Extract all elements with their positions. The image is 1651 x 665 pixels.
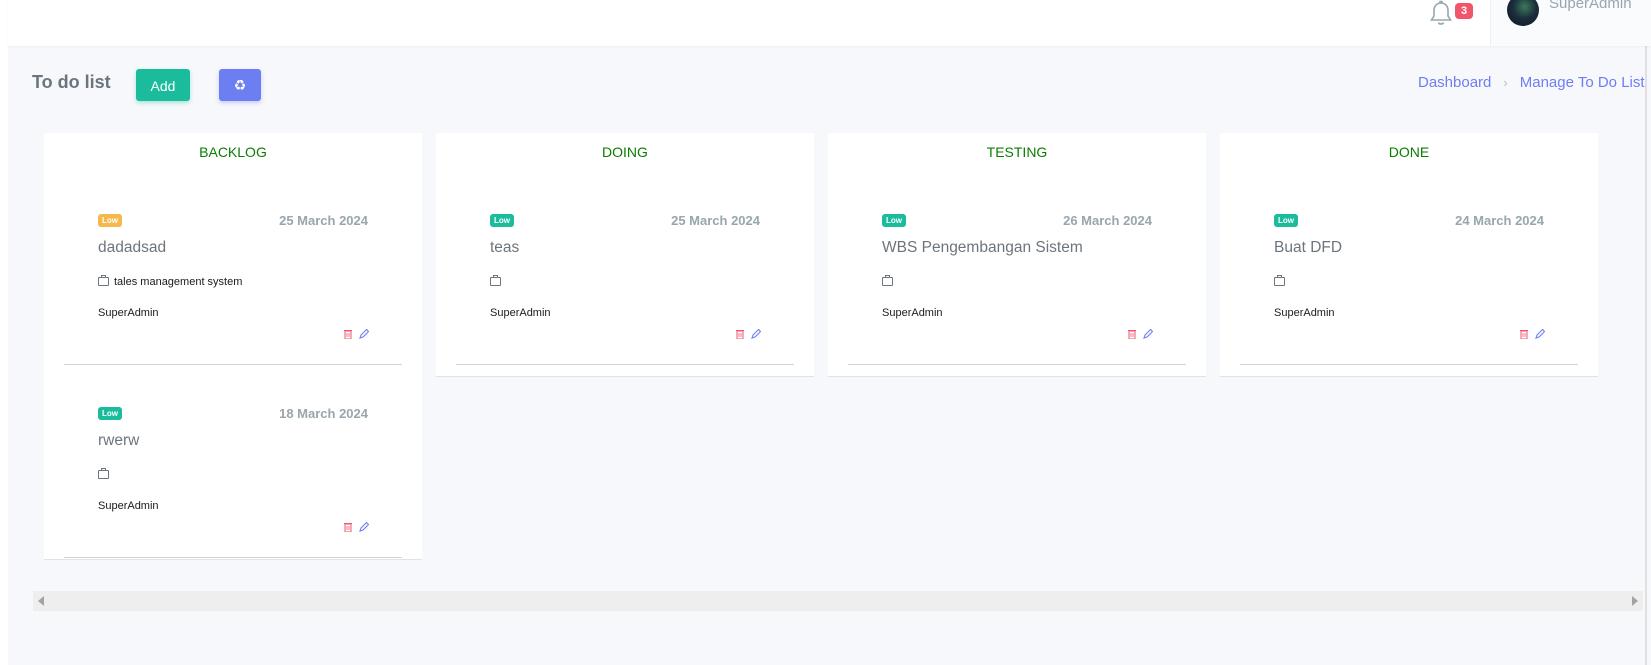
recycle-button[interactable]: ♻ [219, 69, 261, 101]
priority-badge: Low [98, 407, 122, 420]
scroll-left-arrow-icon[interactable] [38, 596, 44, 606]
trash-icon[interactable] [736, 329, 744, 339]
trash-icon[interactable] [1128, 329, 1136, 339]
top-navbar: 3 SuperAdmin [8, 0, 1651, 46]
task-project [882, 274, 898, 288]
task-project [490, 274, 506, 288]
notification-count-badge: 3 [1455, 3, 1473, 19]
briefcase-icon [98, 274, 109, 286]
task-card[interactable]: Low 24 March 2024 Buat DFD SuperAdmin [1220, 133, 1598, 365]
task-owner: SuperAdmin [1274, 307, 1335, 319]
task-date: 25 March 2024 [671, 213, 760, 228]
column-done: DONE Low 24 March 2024 Buat DFD SuperAdm… [1220, 133, 1598, 377]
chevron-right-icon: › [1503, 75, 1508, 90]
divider [64, 557, 402, 558]
recycle-icon: ♻ [233, 78, 247, 94]
priority-badge: Low [98, 214, 122, 227]
user-name[interactable]: SuperAdmin [1549, 0, 1632, 12]
task-project [1274, 274, 1290, 288]
priority-badge: Low [882, 214, 906, 227]
task-card[interactable]: Low 25 March 2024 teas SuperAdmin [436, 133, 814, 365]
task-card[interactable]: Low 26 March 2024 WBS Pengembangan Siste… [828, 133, 1206, 365]
trash-icon[interactable] [344, 522, 352, 532]
task-date: 24 March 2024 [1455, 213, 1544, 228]
pencil-icon[interactable] [1143, 329, 1153, 339]
divider [1240, 364, 1578, 365]
briefcase-icon [98, 467, 109, 479]
task-title: WBS Pengembangan Sistem [882, 239, 1083, 256]
breadcrumb: Dashboard › Manage To Do List [1418, 74, 1645, 91]
divider [456, 364, 794, 365]
briefcase-icon [1274, 274, 1285, 286]
vertical-scrollbar[interactable] [1645, 46, 1647, 665]
task-project-name: tales management system [114, 276, 243, 288]
task-owner: SuperAdmin [98, 500, 159, 512]
task-card[interactable]: Low 25 March 2024 dadadsad tales managem… [44, 133, 422, 365]
task-owner: SuperAdmin [490, 307, 551, 319]
divider [848, 364, 1186, 365]
horizontal-scrollbar[interactable] [33, 591, 1643, 611]
task-date: 26 March 2024 [1063, 213, 1152, 228]
column-backlog: BACKLOG Low 25 March 2024 dadadsad tales… [44, 133, 422, 560]
priority-badge: Low [490, 214, 514, 227]
task-owner: SuperAdmin [98, 307, 159, 319]
bell-icon[interactable] [1428, 0, 1454, 28]
pencil-icon[interactable] [1535, 329, 1545, 339]
task-date: 25 March 2024 [279, 213, 368, 228]
trash-icon[interactable] [1520, 329, 1528, 339]
page-title: To do list [32, 72, 111, 92]
breadcrumb-manage-todo: Manage To Do List [1519, 74, 1645, 91]
briefcase-icon [882, 274, 893, 286]
add-button[interactable]: Add [136, 69, 190, 101]
task-title: Buat DFD [1274, 239, 1343, 256]
task-title: rwerw [98, 432, 140, 449]
briefcase-icon [490, 274, 501, 286]
avatar[interactable] [1507, 0, 1539, 26]
breadcrumb-dashboard[interactable]: Dashboard [1418, 74, 1491, 91]
scroll-right-arrow-icon[interactable] [1632, 596, 1638, 606]
column-testing: TESTING Low 26 March 2024 WBS Pengembang… [828, 133, 1206, 377]
pencil-icon[interactable] [359, 522, 369, 532]
task-card[interactable]: Low 18 March 2024 rwerw SuperAdmin [44, 326, 422, 558]
task-project: tales management system [98, 274, 243, 288]
priority-badge: Low [1274, 214, 1298, 227]
task-date: 18 March 2024 [279, 406, 368, 421]
task-title: dadadsad [98, 239, 167, 256]
pencil-icon[interactable] [751, 329, 761, 339]
column-doing: DOING Low 25 March 2024 teas SuperAdmin [436, 133, 814, 377]
task-project [98, 467, 114, 481]
user-menu[interactable]: SuperAdmin [1490, 0, 1651, 46]
task-title: teas [490, 239, 520, 256]
task-owner: SuperAdmin [882, 307, 943, 319]
